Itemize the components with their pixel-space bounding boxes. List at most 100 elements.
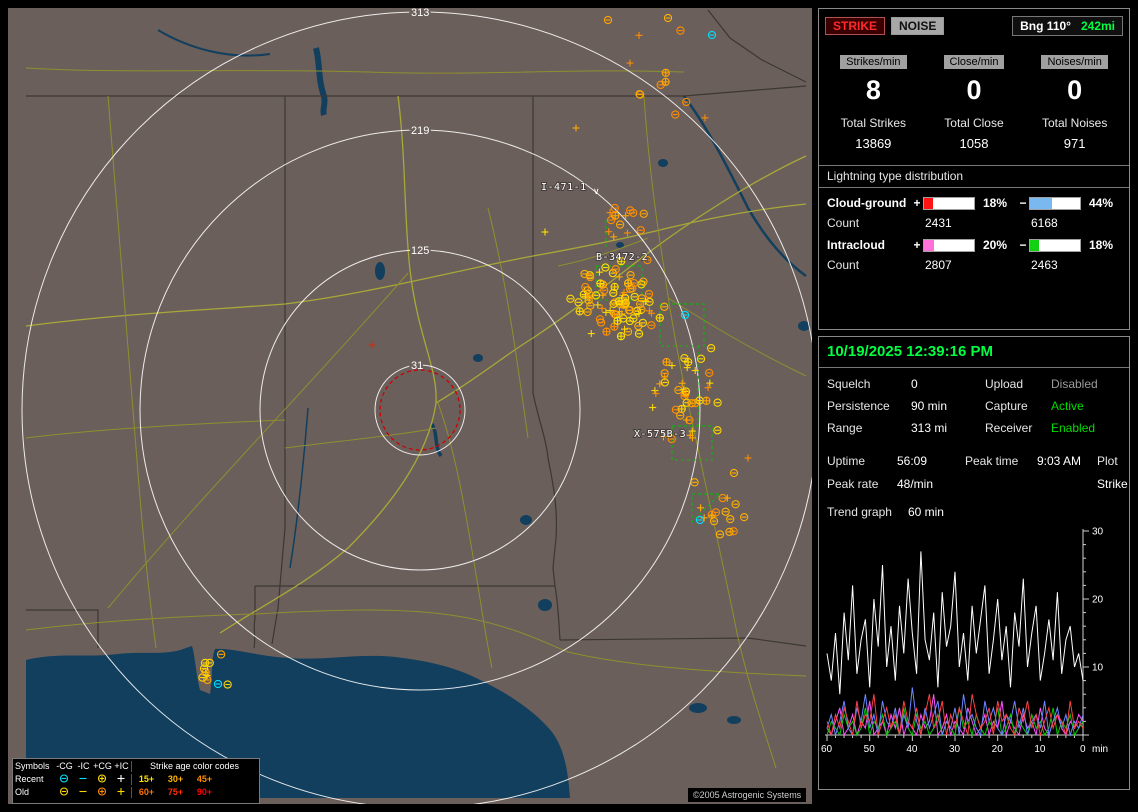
cg-minus-percent: 44%: [1085, 196, 1119, 210]
range-label: Range: [827, 421, 911, 435]
noises-per-min-value: 0: [1024, 69, 1125, 106]
+CG-symbol-icon: [96, 786, 109, 797]
cg-minus-count: 6168: [1017, 216, 1117, 230]
legend-row-old: Old60+75+90+: [15, 786, 257, 799]
strike-stats-panel: STRIKE NOISE Bng 110° 242mi Strikes/min …: [818, 8, 1130, 330]
range-ring-label: 219: [411, 125, 429, 137]
svg-text:30: 30: [949, 744, 961, 755]
app-window: 31321912531 I-471-1∨B-3472-2X-575B-3 Sym…: [0, 0, 1138, 812]
-IC-symbol-icon: [77, 786, 90, 797]
bearing-readout: Bng 110° 242mi: [1012, 16, 1123, 36]
range-value: 313 mi: [911, 421, 985, 435]
peak-time-label: Peak time: [965, 454, 1037, 468]
plot-value: Strike: [1097, 477, 1138, 491]
svg-text:10: 10: [1034, 744, 1046, 755]
strike-symbol: [603, 328, 610, 335]
ic-minus-count: 2463: [1017, 258, 1117, 272]
receiver-status: Enabled: [1051, 421, 1121, 435]
settings-grid: Squelch 0 Upload Disabled Persistence 90…: [819, 368, 1129, 435]
legend-symbol-cell: [93, 773, 112, 787]
age-code: 90+: [190, 787, 219, 798]
trend-header: Trend graph 60 min: [819, 491, 1129, 521]
intracloud-row: Intracloud + 20% − 18%: [819, 230, 1129, 252]
strike-symbol: [617, 333, 624, 340]
+IC-symbol-icon: [115, 786, 128, 797]
svg-text:20: 20: [992, 744, 1004, 755]
intracloud-count-row: Count 2807 2463: [819, 252, 1129, 272]
legend-symbol-cell: [112, 786, 131, 800]
legend-symbol-cell: [112, 773, 131, 787]
trend-graph: 3020106050403020100min: [821, 523, 1121, 773]
strike-symbol: [663, 358, 670, 365]
age-code: 30+: [161, 774, 190, 785]
session-grid: Uptime 56:09 Peak time 9:03 AM Plot Peak…: [819, 441, 1129, 491]
ic-count-label: Count: [827, 258, 911, 272]
age-code: 45+: [190, 774, 219, 785]
plus-sign: +: [911, 196, 923, 210]
uptime-value: 56:09: [897, 454, 965, 468]
strike-mode-button[interactable]: STRIKE: [825, 17, 885, 35]
map-area[interactable]: 31321912531 I-471-1∨B-3472-2X-575B-3 Sym…: [8, 8, 812, 804]
ic-minus-percent: 18%: [1085, 238, 1119, 252]
range-ring-label: 125: [411, 245, 429, 257]
noise-mode-button[interactable]: NOISE: [891, 17, 944, 35]
strike-symbol: [662, 78, 669, 85]
total-close-value: 1058: [924, 136, 1025, 151]
ic-minus-bar: [1029, 239, 1081, 252]
cloud-ground-label: Cloud-ground: [827, 196, 911, 210]
cg-plus-bar: [923, 197, 975, 210]
cg-count-label: Count: [827, 216, 911, 230]
legend-col-+IC: +IC: [112, 761, 131, 772]
peak-rate-label: Peak rate: [827, 477, 897, 491]
total-noises-label: Total Noises: [1024, 116, 1125, 130]
legend-col--CG: -CG: [55, 761, 74, 772]
bearing-label: Bng 110°: [1020, 19, 1071, 33]
legend-symbol-cell: [74, 773, 93, 787]
capture-status: Active: [1051, 399, 1121, 413]
svg-text:30: 30: [1092, 527, 1104, 538]
cg-plus-count: 2431: [911, 216, 1017, 230]
age-code: 15+: [132, 774, 161, 785]
distribution-title: Lightning type distribution: [819, 165, 1129, 188]
cg-minus-bar: [1029, 197, 1081, 210]
legend-age-header: Strike age color codes: [131, 761, 257, 772]
lightning-map[interactable]: 31321912531 I-471-1∨B-3472-2X-575B-3: [8, 8, 812, 804]
cloud-ground-count-row: Count 2431 6168: [819, 210, 1129, 230]
storm-cell-id: X-575B-3: [634, 429, 686, 440]
noises-per-min-label[interactable]: Noises/min: [1041, 55, 1107, 69]
status-panel: 10/19/2025 12:39:16 PM Squelch 0 Upload …: [818, 336, 1130, 790]
strike-symbol: [662, 69, 669, 76]
strike-symbol: [703, 397, 710, 404]
strikes-per-min-label[interactable]: Strikes/min: [840, 55, 906, 69]
persistence-label: Persistence: [827, 399, 911, 413]
total-strikes-value: 13869: [823, 136, 924, 151]
trend-window: 60 min: [908, 505, 944, 519]
peak-time-value: 9:03 AM: [1037, 454, 1097, 468]
svg-text:10: 10: [1092, 663, 1104, 674]
+CG-symbol-icon: [96, 773, 109, 784]
cg-plus-percent: 18%: [979, 196, 1017, 210]
plus-sign: +: [911, 238, 923, 252]
squelch-value: 0: [911, 377, 985, 391]
minus-sign: −: [1017, 238, 1029, 252]
storm-motion-indicator: ∨: [593, 186, 600, 196]
+IC-symbol-icon: [115, 773, 128, 784]
svg-text:60: 60: [821, 744, 833, 755]
legend-row-recent: Recent15+30+45+: [15, 773, 257, 786]
ic-plus-percent: 20%: [979, 238, 1017, 252]
per-minute-rates: Strikes/min Close/min Noises/min 8 0 0: [819, 40, 1129, 106]
legend-symbol-cell: [55, 786, 74, 800]
totals: Total Strikes Total Close Total Noises 1…: [819, 106, 1129, 151]
storm-cell-id: B-3472-2: [596, 252, 648, 263]
age-code: 75+: [161, 787, 190, 798]
upload-status: Disabled: [1051, 377, 1121, 391]
cloud-ground-row: Cloud-ground + 18% − 44%: [819, 188, 1129, 210]
storm-cell-id: I-471-1: [541, 182, 587, 193]
legend-col--IC: -IC: [74, 761, 93, 772]
legend-symbols-header: Symbols: [15, 761, 55, 772]
close-per-min-label[interactable]: Close/min: [944, 55, 1005, 69]
age-code: 60+: [132, 787, 161, 798]
svg-text:min: min: [1092, 744, 1108, 755]
legend-symbol-cell: [55, 773, 74, 787]
total-noises-value: 971: [1024, 136, 1125, 151]
